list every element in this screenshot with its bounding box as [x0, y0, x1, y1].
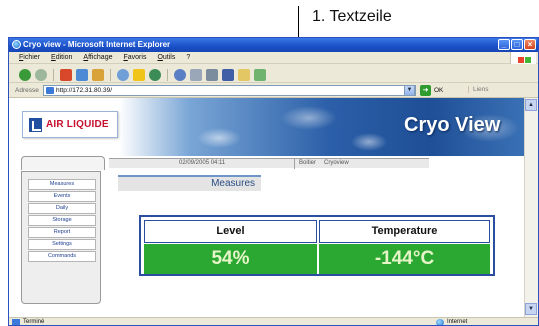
nav-bar: 02/09/2005 04:11 Boitier Cryoview: [9, 156, 538, 170]
menu-tools[interactable]: Outils: [157, 54, 175, 63]
links-button[interactable]: Liens: [468, 86, 489, 93]
browser-window: Cryo view - Microsoft Internet Explorer …: [8, 37, 539, 326]
nav-strip: 02/09/2005 04:11 Boitier Cryoview: [109, 158, 429, 169]
minimize-button[interactable]: _: [498, 39, 510, 50]
go-label: OK: [434, 87, 444, 94]
sidebar-item-settings[interactable]: Settings: [28, 239, 96, 250]
menu-bar: Fichier Edition Affichage Favoris Outils…: [9, 52, 538, 64]
back-icon[interactable]: [19, 68, 31, 81]
status-bar: Terminé Internet: [9, 317, 538, 325]
messenger-icon[interactable]: [254, 68, 266, 81]
mail-icon[interactable]: [190, 68, 202, 81]
print-icon[interactable]: [206, 68, 218, 81]
sidebar-item-commands[interactable]: Commands: [28, 251, 96, 262]
address-label: Adresse: [15, 86, 39, 94]
header-banner: AIR LIQUIDE Cryo View: [9, 98, 538, 156]
stop-icon[interactable]: [60, 68, 72, 81]
nav-tab: [21, 156, 105, 170]
sidebar-item-report[interactable]: Report: [28, 227, 96, 238]
address-dropdown-icon[interactable]: ▼: [404, 85, 415, 96]
maximize-button[interactable]: □: [511, 39, 523, 50]
scroll-up-icon[interactable]: ▲: [525, 99, 537, 111]
app-title: Cryo View: [404, 114, 501, 136]
table-header-temperature: Temperature: [319, 220, 490, 243]
logo-text: AIR LIQUIDE: [46, 119, 109, 130]
sidebar-item-events[interactable]: Events: [28, 191, 96, 202]
sidebar: Measures Events Daily Storage Report Set…: [21, 171, 101, 304]
internet-zone-icon: [436, 319, 444, 325]
favorites-star-icon[interactable]: [133, 68, 145, 81]
menu-help[interactable]: ?: [186, 54, 190, 63]
ie-logo-icon: [12, 40, 21, 49]
menu-view[interactable]: Affichage: [83, 54, 112, 63]
sidebar-item-storage[interactable]: Storage: [28, 215, 96, 226]
sidebar-item-daily[interactable]: Daily: [28, 203, 96, 214]
folder-icon[interactable]: [238, 68, 250, 81]
toolbar: [9, 64, 538, 83]
media-icon[interactable]: [149, 68, 161, 81]
status-zone: Internet: [447, 319, 468, 325]
title-bar[interactable]: Cryo view - Microsoft Internet Explorer …: [9, 38, 538, 52]
scroll-down-icon[interactable]: ▼: [525, 303, 537, 315]
word-icon[interactable]: [222, 68, 234, 81]
logo-mark-icon: [29, 118, 42, 132]
menu-favorites[interactable]: Favoris: [123, 54, 146, 63]
menu-edit[interactable]: Edition: [51, 54, 72, 63]
page-done-icon: [12, 319, 20, 325]
menu-file[interactable]: Fichier: [19, 54, 40, 63]
annotation-label: 1. Textzeile: [312, 8, 392, 25]
page-content: AIR LIQUIDE Cryo View 02/09/2005 04:11 B…: [9, 98, 538, 317]
window-title: Cryo view - Microsoft Internet Explorer: [23, 40, 171, 49]
air-liquide-logo: AIR LIQUIDE: [22, 111, 118, 138]
vertical-scrollbar[interactable]: [524, 98, 538, 317]
page-icon: [46, 87, 54, 94]
address-url: http://172.31.80.39/: [56, 87, 113, 94]
table-header-level: Level: [144, 220, 317, 243]
home-icon[interactable]: [92, 68, 104, 81]
search-icon[interactable]: [117, 68, 129, 81]
address-bar: Adresse http://172.31.80.39/ ▼ ➜ OK Lien…: [9, 83, 538, 98]
close-button[interactable]: ×: [524, 39, 536, 50]
measures-table: Level Temperature 54% -144°C: [139, 215, 495, 276]
section-title: Measures: [118, 175, 261, 191]
nav-link-boitier[interactable]: Boitier: [299, 160, 316, 166]
temperature-value: -144°C: [319, 244, 490, 274]
status-text: Terminé: [23, 319, 45, 325]
level-value: 54%: [144, 244, 317, 274]
refresh-icon[interactable]: [76, 68, 88, 81]
history-icon[interactable]: [174, 68, 186, 81]
go-button[interactable]: ➜ OK: [420, 85, 443, 96]
address-input[interactable]: http://172.31.80.39/: [43, 85, 416, 96]
nav-datetime: 02/09/2005 04:11: [179, 160, 226, 166]
sidebar-item-measures[interactable]: Measures: [28, 179, 96, 190]
go-arrow-icon: ➜: [420, 85, 431, 96]
forward-icon[interactable]: [35, 68, 47, 81]
nav-link-cryoview[interactable]: Cryoview: [324, 160, 349, 166]
